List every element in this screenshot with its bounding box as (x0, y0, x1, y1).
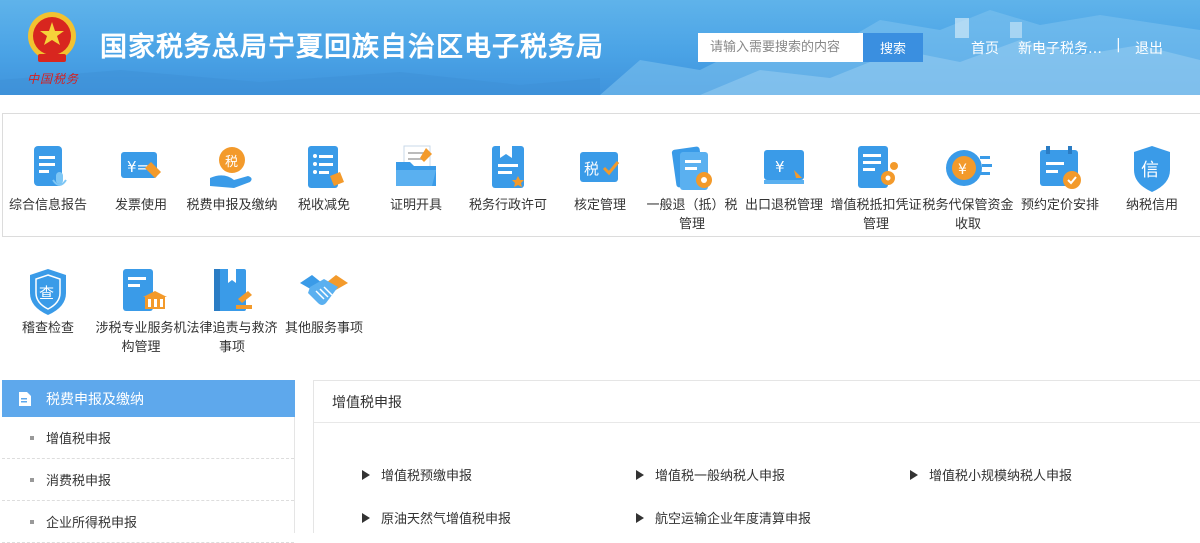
menu-item-fund-custody[interactable]: ¥ 税务代保管资金收取 (922, 142, 1014, 234)
verify-tax-icon: 税 (580, 152, 620, 182)
fund-custody-icon: ¥ (946, 150, 992, 186)
play-arrow-icon (636, 512, 644, 523)
menu-item-invoice[interactable]: ¥= 发票使用 (95, 142, 187, 215)
certificate-folder-icon (396, 145, 436, 186)
bullet-icon (30, 477, 34, 482)
site-title: 国家税务总局宁夏回族自治区电子税务局 (100, 32, 604, 63)
link-vat-prepay[interactable]: 增值税预缴申报 (362, 465, 472, 484)
calendar-pricing-icon (1040, 146, 1081, 189)
link-label: 原油天然气增值税申报 (381, 512, 512, 527)
play-arrow-icon (362, 469, 370, 480)
site-header: 中国税务 国家税务总局宁夏回族自治区电子税务局 搜索 首页 新电子税务… | 退… (0, 0, 1200, 95)
menu-item-label: 证明开具 (389, 198, 442, 213)
menu-item-label: 核定管理 (573, 198, 626, 213)
sidebar-item-label: 消费税申报 (46, 474, 112, 489)
link-aviation-settlement[interactable]: 航空运输企业年度清算申报 (636, 508, 811, 527)
svg-text:查: 查 (39, 284, 54, 302)
admin-license-icon (492, 146, 524, 188)
invoice-icon: ¥= (121, 152, 161, 178)
sidebar-item-label: 增值税申报 (46, 432, 112, 447)
menu-item-admin-license[interactable]: 税务行政许可 (462, 142, 554, 215)
menu-item-export-refund[interactable]: ¥ 出口退税管理 (738, 142, 830, 215)
handshake-icon (300, 275, 348, 305)
search-button[interactable]: 搜索 (863, 33, 923, 62)
tax-declare-icon: 税 (210, 147, 252, 188)
menu-item-certificate[interactable]: 证明开具 (370, 142, 462, 215)
credit-shield-icon: 信 (1134, 146, 1170, 192)
sidebar-item-vat[interactable]: 增值税申报 (2, 417, 294, 459)
emblem-caption: 中国税务 (27, 72, 80, 86)
link-label: 增值税小规模纳税人申报 (929, 469, 1073, 484)
menu-item-label: 发票使用 (114, 198, 167, 213)
content-panel: 增值税申报 增值税预缴申报 增值税一般纳税人申报 增值税小规模纳税人申报 原油天… (313, 380, 1200, 533)
menu-item-agency[interactable]: 涉税专业服务机构管理 (95, 265, 187, 357)
menu-item-tax-relief[interactable]: 税收减免 (278, 142, 370, 215)
nav-new-etax-link[interactable]: 新电子税务… (1018, 38, 1102, 58)
svg-text:信: 信 (1141, 160, 1159, 181)
menu-item-label: 增值税抵扣凭证管理 (830, 198, 922, 232)
menu-item-info-report[interactable]: 综合信息报告 (2, 142, 94, 215)
sidebar: 税费申报及缴纳 增值税申报 消费税申报 企业所得税申报 (2, 380, 295, 543)
sidebar-item-corporate-income-tax[interactable]: 企业所得税申报 (2, 501, 294, 543)
nav-logout-link[interactable]: 退出 (1135, 38, 1163, 58)
menu-item-label: 税务代保管资金收取 (922, 198, 1014, 232)
menu-item-label: 稽查检查 (21, 321, 74, 336)
sidebar-title: 税费申报及缴纳 (46, 391, 144, 408)
sidebar-item-label: 企业所得税申报 (46, 516, 138, 531)
content-title: 增值税申报 (314, 381, 1200, 423)
menu-item-label: 预约定价安排 (1020, 198, 1099, 213)
link-vat-general[interactable]: 增值税一般纳税人申报 (636, 465, 785, 484)
menu-item-verify[interactable]: 税 核定管理 (554, 142, 646, 215)
menu-item-label: 出口退税管理 (744, 198, 823, 213)
menu-item-label: 综合信息报告 (8, 198, 87, 213)
play-arrow-icon (910, 469, 918, 480)
link-label: 增值税一般纳税人申报 (655, 469, 786, 484)
svg-text:¥: ¥ (958, 162, 967, 178)
menu-item-label: 税务行政许可 (468, 198, 547, 213)
menu-item-label: 一般退（抵）税管理 (646, 198, 738, 232)
tax-emblem-icon (28, 12, 76, 62)
inspect-shield-icon: 查 (30, 269, 66, 315)
tax-relief-icon (308, 146, 344, 188)
report-mic-icon (34, 146, 67, 186)
menu-item-credit[interactable]: 信 纳税信用 (1106, 142, 1198, 215)
sidebar-header[interactable]: 税费申报及缴纳 (2, 380, 295, 417)
menu-item-pricing[interactable]: 预约定价安排 (1014, 142, 1106, 215)
agency-building-icon (123, 269, 167, 311)
bullet-icon (30, 435, 34, 440)
menu-item-law[interactable]: 法律追责与救济事项 (186, 265, 278, 357)
sidebar-item-consumption-tax[interactable]: 消费税申报 (2, 459, 294, 501)
menu-item-vat-voucher[interactable]: 增值税抵扣凭证管理 (830, 142, 922, 234)
export-refund-icon: ¥ (764, 150, 804, 184)
link-label: 航空运输企业年度清算申报 (655, 512, 812, 527)
menu-item-tax-declare[interactable]: 税 税费申报及缴纳 (186, 142, 278, 215)
menu-item-refund[interactable]: 一般退（抵）税管理 (646, 142, 738, 234)
law-book-icon (214, 269, 252, 311)
menu-item-inspection[interactable]: 查 稽查检查 (2, 265, 94, 338)
svg-text:税: 税 (225, 155, 238, 170)
vat-voucher-icon (858, 146, 898, 188)
menu-item-other[interactable]: 其他服务事项 (278, 265, 370, 338)
document-icon (19, 391, 31, 406)
play-arrow-icon (636, 469, 644, 480)
menu-item-label: 税收减免 (297, 198, 350, 213)
bullet-icon (30, 519, 34, 524)
menu-item-label: 税费申报及缴纳 (186, 198, 278, 213)
nav-separator: | (1116, 37, 1121, 53)
menu-item-label: 法律追责与救济事项 (186, 321, 278, 355)
menu-item-label: 其他服务事项 (284, 321, 363, 336)
play-arrow-icon (362, 512, 370, 523)
link-oil-gas-vat[interactable]: 原油天然气增值税申报 (362, 508, 511, 527)
svg-text:税: 税 (584, 160, 599, 178)
link-vat-small-scale[interactable]: 增值税小规模纳税人申报 (910, 465, 1072, 484)
menu-item-label: 涉税专业服务机构管理 (95, 321, 187, 355)
refund-gear-icon (671, 146, 712, 190)
svg-text:¥: ¥ (775, 158, 785, 176)
link-label: 增值税预缴申报 (381, 469, 473, 484)
menu-item-label: 纳税信用 (1125, 198, 1178, 213)
svg-text:¥=: ¥= (127, 158, 149, 176)
search-input[interactable] (698, 33, 863, 62)
nav-home-link[interactable]: 首页 (971, 38, 999, 58)
